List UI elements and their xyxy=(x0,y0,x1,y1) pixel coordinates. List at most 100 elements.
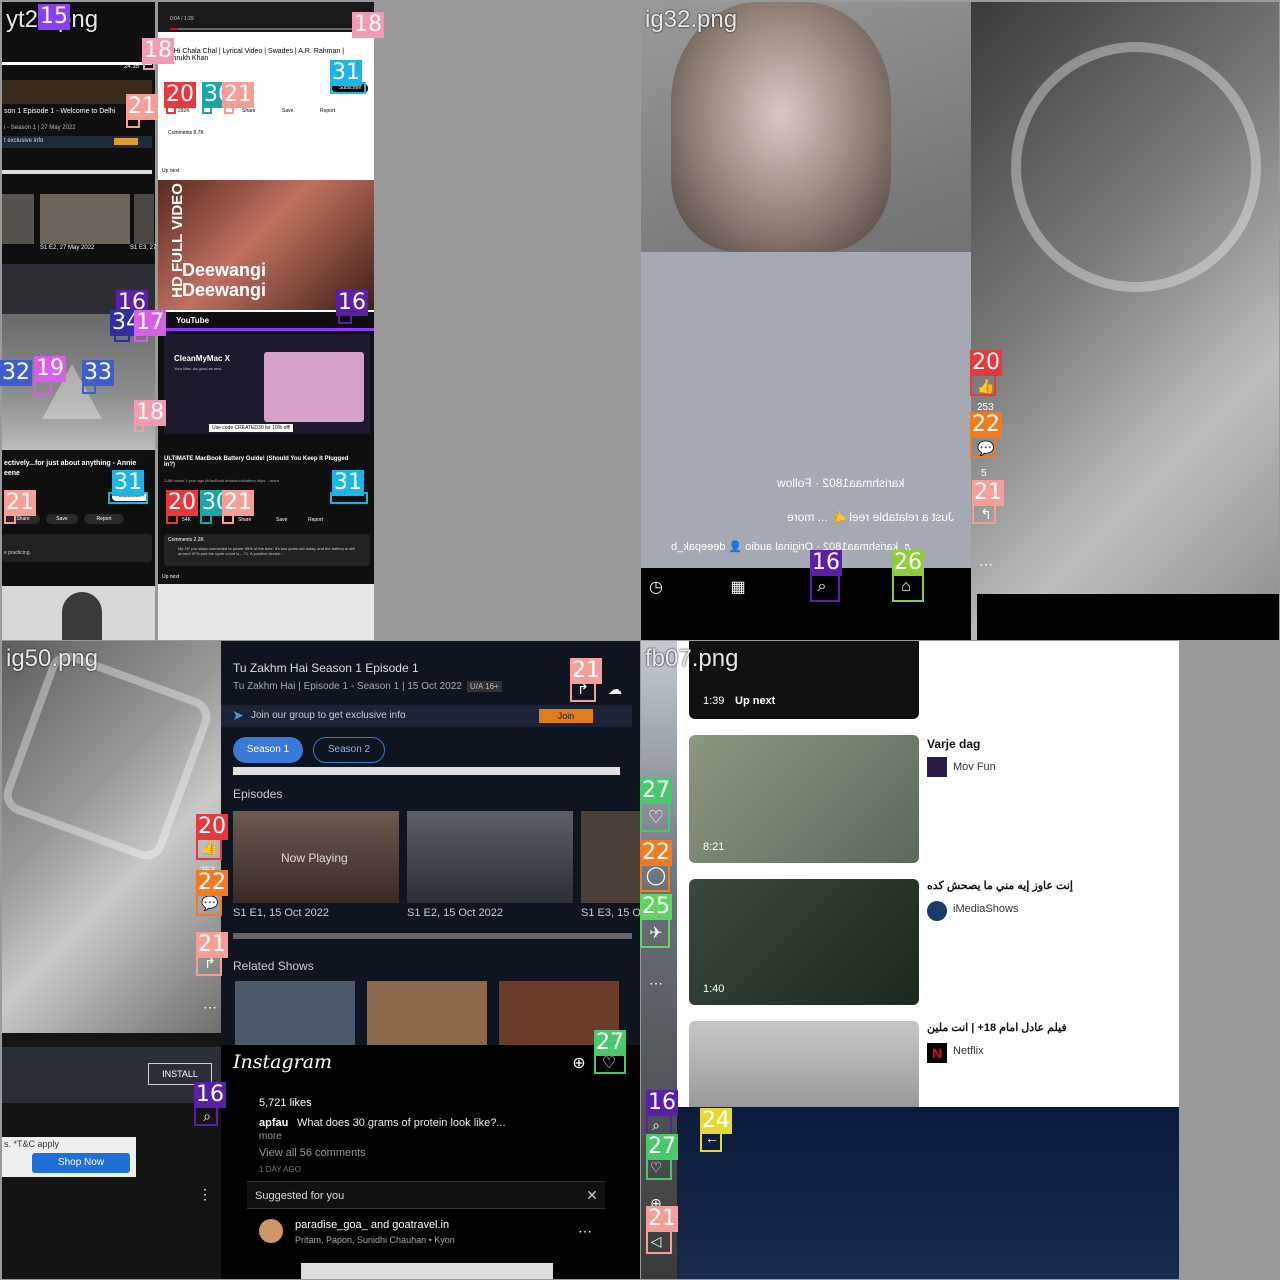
badge-label: 20 xyxy=(166,490,198,516)
kebab-icon[interactable]: ⋮ xyxy=(196,1185,214,1203)
activity-icon[interactable]: ◷ xyxy=(645,576,667,598)
annotation-box xyxy=(640,918,670,948)
bottom-video[interactable]: ← xyxy=(677,1107,1179,1279)
episode2-thumb[interactable] xyxy=(407,811,573,903)
close-icon[interactable]: ✕ xyxy=(583,1186,601,1204)
person-face xyxy=(671,2,891,252)
badge-label: 21 xyxy=(222,490,254,516)
episode1-thumb[interactable]: Now Playing xyxy=(233,811,399,903)
mac-report[interactable]: Report xyxy=(308,517,323,523)
seek-progress xyxy=(170,28,178,30)
reel-video[interactable]: 👍 253 💬 ↱ ⋯ xyxy=(2,641,221,1033)
reel-username-follow[interactable]: karishmaa1802 · Follow xyxy=(777,476,904,490)
save-label-top[interactable]: Save xyxy=(282,108,293,114)
suggested-user[interactable]: paradise_goa_ and goatravel.in xyxy=(295,1219,449,1231)
report-button[interactable]: Report xyxy=(84,514,124,524)
badge-label: 16 xyxy=(194,1082,226,1108)
video1-thumb[interactable]: 8:21 xyxy=(689,735,919,863)
season1-tab[interactable]: Season 1 xyxy=(233,737,303,763)
reel-video-left[interactable]: karishmaa1802 · Follow Just a relatable … xyxy=(641,2,971,640)
reel-audio[interactable]: ♬ karishmaa1802 · Original audio 👤 deeep… xyxy=(671,540,912,553)
dishwasher-rack xyxy=(1011,42,1261,292)
badge-label: 18 xyxy=(352,12,384,38)
mac-save[interactable]: Save xyxy=(276,517,287,523)
video3-thumb[interactable] xyxy=(689,1021,919,1107)
laptop-thumb[interactable] xyxy=(158,584,374,640)
instagram-logo[interactable]: Instagram xyxy=(233,1051,332,1073)
channel1-avatar[interactable] xyxy=(927,757,947,777)
badge-label: 18 xyxy=(142,38,174,64)
mac-comments-card[interactable]: Comments 2.2K My 16" pro stays connected… xyxy=(164,534,370,566)
join-button[interactable] xyxy=(114,138,138,145)
youtube-logo[interactable]: YouTube xyxy=(176,316,209,325)
more-icon[interactable]: ⋯ xyxy=(645,973,667,993)
badge-label: 16 xyxy=(810,550,842,576)
video1-title[interactable]: Varje dag xyxy=(927,737,980,751)
seek-bar[interactable] xyxy=(170,28,370,30)
related-show-2[interactable] xyxy=(367,981,487,1045)
download-icon[interactable]: ☁ xyxy=(607,681,623,697)
badge-label: 16 xyxy=(646,1090,678,1116)
scroll-strip[interactable] xyxy=(2,170,152,174)
up-next: Up next xyxy=(162,574,180,580)
practice-text: e practicing. xyxy=(4,550,31,556)
video3-channel[interactable]: Netflix xyxy=(953,1045,984,1057)
suggested-label: Suggested for you xyxy=(255,1190,345,1202)
join-info: t exclusive info xyxy=(4,138,44,144)
panel-ig50: 👍 253 💬 ↱ ⋯ INSTALL ⌕ s. *T&C apply Shop… xyxy=(2,641,640,1279)
mini-player[interactable]: 0:04 / 1:29 xyxy=(158,2,374,32)
badge-label: 22 xyxy=(640,840,672,866)
video2-channel[interactable]: iMediaShows xyxy=(953,903,1018,915)
mac-share[interactable]: Share xyxy=(238,517,251,523)
thumb-ep1[interactable] xyxy=(40,194,130,244)
annotation-box xyxy=(640,862,670,892)
reel-caption[interactable]: Just a relatable reel 🤙 ... more xyxy=(787,510,954,524)
badge-label: 21 xyxy=(646,1206,678,1232)
ad-banner[interactable]: CleanMyMac X Your Mac. As good as new. U… xyxy=(164,334,370,434)
annotation-box xyxy=(34,380,52,396)
badge-label: 15 xyxy=(38,4,70,30)
time-display: 0:04 / 1:29 xyxy=(170,16,194,22)
video3-title[interactable]: فيلم عادل امام 18+ | انت ملين xyxy=(927,1021,1067,1034)
reel-video-right[interactable]: 👍 253 💬 5 ↰ ⋯ xyxy=(971,2,1279,640)
more-icon[interactable]: ⋯ xyxy=(200,997,220,1017)
video1-channel[interactable]: Mov Fun xyxy=(953,761,996,773)
related-show-1[interactable] xyxy=(235,981,355,1045)
show-title: Tu Zakhm Hai Season 1 Episode 1 xyxy=(233,661,419,675)
next-post-preview[interactable] xyxy=(301,1263,553,1279)
avatar[interactable] xyxy=(259,1219,283,1243)
reels-icon[interactable]: ▦ xyxy=(727,576,749,598)
add-icon[interactable]: ⊕ xyxy=(569,1053,589,1073)
ad-video[interactable]: INSTALL xyxy=(2,1047,221,1103)
share-label-top[interactable]: Share xyxy=(242,108,255,114)
badge-label: 21 xyxy=(196,932,228,958)
caption-user[interactable]: apfau xyxy=(259,1117,288,1129)
annotation-box xyxy=(892,574,924,602)
comments-card[interactable]: e practicing. xyxy=(2,534,152,562)
shop-banner[interactable]: s. *T&C apply Shop Now xyxy=(2,1137,136,1177)
report-label-top[interactable]: Report xyxy=(320,108,335,114)
shop-now-button[interactable]: Shop Now xyxy=(32,1153,130,1173)
reel-strip[interactable]: ♡ ◯ ✈ ⋯ ⌕ ♡ ⊕ ◁ xyxy=(641,641,677,1279)
video2-title[interactable]: إنت عاوز إيه مني ما يصحش كده xyxy=(927,879,1073,892)
instagram-feed: Instagram ⊕ ♡ 5,721 likes apfau What doe… xyxy=(221,1045,640,1279)
ad-title: CleanMyMac X xyxy=(174,354,231,363)
next-video-thumb[interactable] xyxy=(2,586,155,640)
more-icon[interactable]: ⋯ xyxy=(975,554,997,574)
thumb-ep2[interactable] xyxy=(134,194,154,244)
join-button[interactable]: Join xyxy=(539,709,593,723)
comments-count[interactable]: Comments 8.7K xyxy=(168,130,204,136)
episode3-thumb[interactable] xyxy=(581,811,640,903)
video-subtitle: eene xyxy=(4,470,20,477)
save-button[interactable]: Save xyxy=(46,514,78,524)
more-link[interactable]: more xyxy=(259,1131,282,1142)
view-comments-link[interactable]: View all 56 comments xyxy=(259,1147,366,1159)
episodes-scrollbar[interactable] xyxy=(233,933,632,939)
season-scrollbar[interactable] xyxy=(233,767,620,775)
channel2-avatar[interactable] xyxy=(927,901,947,921)
season2-tab[interactable]: Season 2 xyxy=(313,737,385,763)
netflix-logo[interactable]: N xyxy=(927,1043,947,1063)
more-options-icon[interactable]: ⋯ xyxy=(577,1223,593,1239)
video2-thumb[interactable]: 1:40 xyxy=(689,879,919,1005)
thumb-ep0[interactable] xyxy=(2,194,34,244)
